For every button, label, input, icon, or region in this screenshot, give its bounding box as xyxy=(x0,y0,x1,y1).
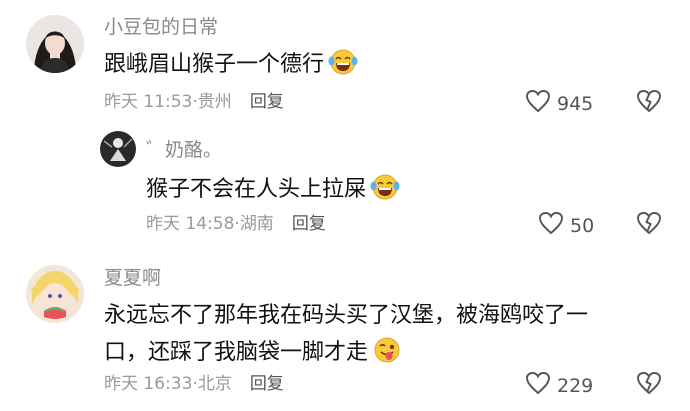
comment-username[interactable]: 小豆包的日常 xyxy=(104,15,218,39)
comment-location: 贵州 xyxy=(197,92,232,112)
like-button[interactable]: 229 xyxy=(525,371,593,401)
comment-text: 跟峨眉山猴子一个德行 xyxy=(104,46,358,88)
reply-button[interactable]: 回复 xyxy=(292,214,326,234)
comment-meta: 昨天 16:33·北京 回复 xyxy=(104,374,284,394)
like-count: 229 xyxy=(557,375,594,397)
comment-text-line: 永远忘不了那年我在码头买了汉堡，被海鸥咬了一 xyxy=(104,303,589,328)
comment-location: 湖南 xyxy=(239,214,274,234)
comment-meta: 昨天 14:58·湖南 回复 xyxy=(146,214,326,234)
dislike-button[interactable] xyxy=(636,211,662,239)
comment-text-line-2: 口，还踩了我脑袋一脚才走 xyxy=(104,334,588,376)
like-button[interactable]: 50 xyxy=(538,211,594,241)
comment-text-body: 口，还踩了我脑袋一脚才走 xyxy=(104,340,369,365)
like-count: 945 xyxy=(557,93,594,115)
heart-icon xyxy=(525,371,557,401)
grin-tears-emoji-icon xyxy=(370,173,400,213)
comment-username[interactable]: ゛奶酪。 xyxy=(146,138,222,162)
user-avatar[interactable] xyxy=(100,131,136,167)
like-count: 50 xyxy=(570,215,595,237)
broken-heart-icon xyxy=(636,212,662,239)
grin-tears-emoji-icon xyxy=(328,48,358,88)
comment-time: 昨天 16:33 xyxy=(104,374,193,394)
user-avatar[interactable] xyxy=(26,15,84,73)
comment-location: 北京 xyxy=(197,374,232,394)
reply-button[interactable]: 回复 xyxy=(250,92,284,112)
user-avatar[interactable] xyxy=(26,265,84,323)
like-button[interactable]: 945 xyxy=(525,89,593,119)
reply-button[interactable]: 回复 xyxy=(250,374,284,394)
comment-text: 永远忘不了那年我在码头买了汉堡，被海鸥咬了一 口，还踩了我脑袋一脚才走 xyxy=(104,297,588,376)
comment-text: 猴子不会在人头上拉屎 xyxy=(146,171,400,213)
broken-heart-icon xyxy=(636,90,662,117)
dislike-button[interactable] xyxy=(636,371,662,399)
comment-time: 昨天 11:53 xyxy=(104,92,193,112)
comment-meta: 昨天 11:53·贵州 回复 xyxy=(104,92,284,112)
heart-icon xyxy=(525,89,557,119)
comment-text-body: 猴子不会在人头上拉屎 xyxy=(146,177,367,202)
comment-time: 昨天 14:58 xyxy=(146,214,235,234)
comment-text-body: 跟峨眉山猴子一个德行 xyxy=(104,52,325,77)
tongue-emoji-icon xyxy=(372,336,402,376)
dislike-button[interactable] xyxy=(636,89,662,117)
heart-icon xyxy=(538,211,570,241)
comment-username[interactable]: 夏夏啊 xyxy=(104,266,161,290)
broken-heart-icon xyxy=(636,372,662,399)
